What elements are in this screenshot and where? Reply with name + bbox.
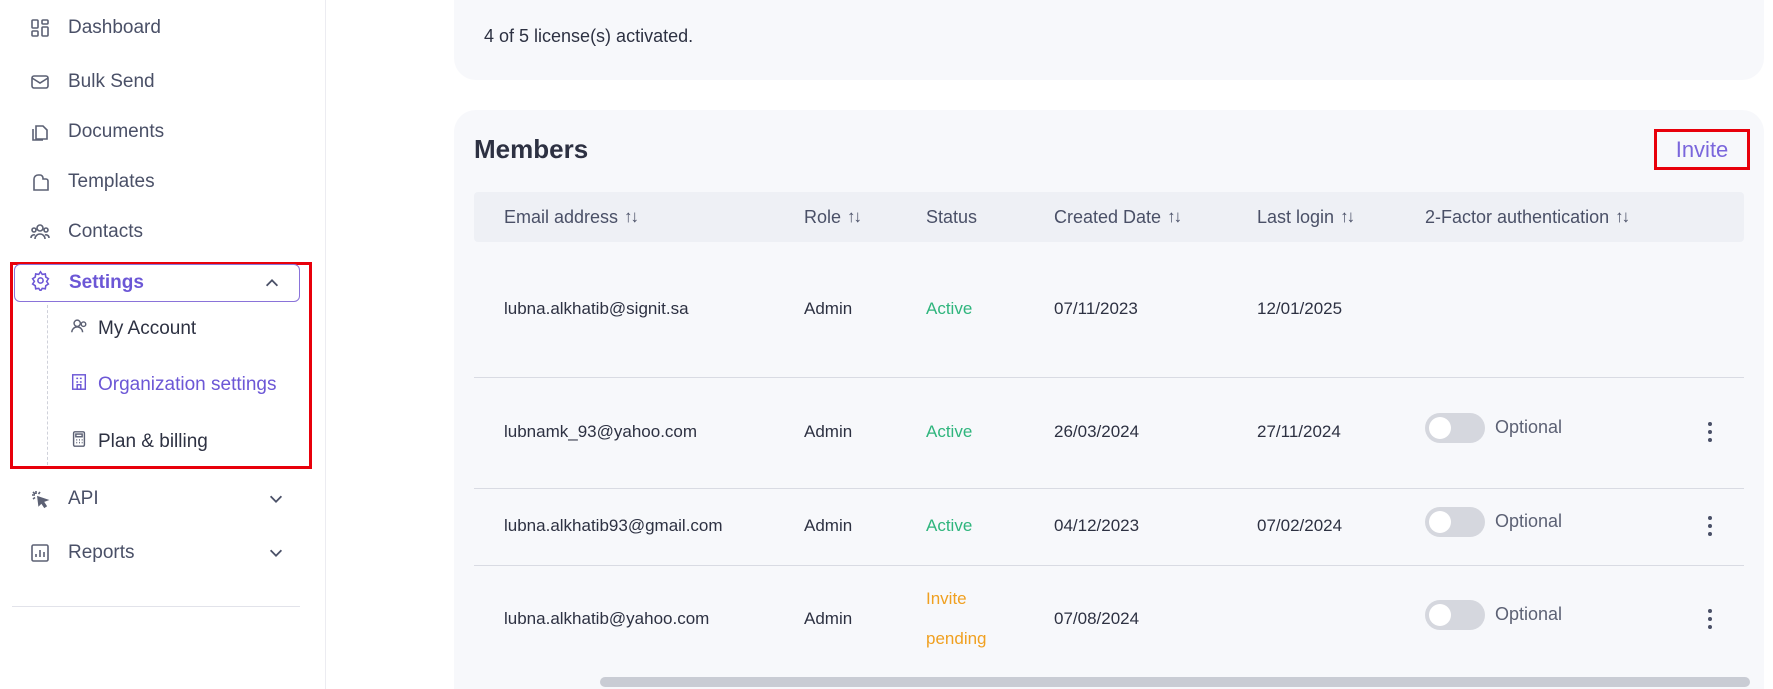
sidebar-subitem-plan-billing[interactable]: Plan & billing: [70, 427, 208, 457]
cell-created-date: 26/03/2024: [1054, 422, 1140, 441]
submenu-guide-line: [47, 305, 48, 465]
sidebar: Dashboard Bulk Send Documents Templates: [0, 0, 326, 689]
dashboard-icon: [30, 18, 50, 38]
documents-icon: [30, 122, 50, 142]
row-menu-icon[interactable]: [1703, 514, 1717, 538]
contacts-icon: [30, 222, 50, 242]
status-badge: Active: [926, 299, 973, 318]
column-header-two-factor[interactable]: 2-Factor authentication ↑↓: [1425, 192, 1630, 242]
gear-icon: [30, 269, 51, 297]
sidebar-item-label: API: [68, 488, 99, 509]
cell-last-login: 27/11/2024: [1257, 422, 1341, 441]
two-factor-label: Optional: [1495, 511, 1563, 531]
column-header-created-date[interactable]: Created Date ↑↓: [1054, 192, 1182, 242]
cell-last-login: 12/01/2025: [1257, 299, 1343, 318]
calculator-icon: [70, 430, 88, 454]
envelope-icon: [30, 72, 50, 92]
templates-icon: [30, 172, 50, 192]
cell-created-date: 04/12/2023: [1054, 516, 1140, 535]
settings-label-row[interactable]: Settings: [30, 267, 144, 299]
cell-created-date: 07/11/2023: [1054, 299, 1138, 318]
sidebar-subitem-organization-settings[interactable]: Organization settings: [70, 370, 277, 400]
invite-button[interactable]: Invite: [1656, 131, 1748, 168]
two-factor-toggle[interactable]: [1425, 600, 1485, 630]
two-factor-label: Optional: [1495, 604, 1563, 624]
cell-email: lubna.alkhatib@signit.sa: [504, 299, 689, 318]
sidebar-item-contacts[interactable]: Contacts: [30, 217, 143, 247]
cursor-click-icon: [30, 489, 50, 509]
status-line: pending: [926, 629, 987, 648]
status-badge: Active: [926, 422, 973, 441]
column-header-last-login[interactable]: Last login ↑↓: [1257, 192, 1355, 242]
sidebar-item-documents[interactable]: Documents: [30, 117, 164, 147]
row-menu-icon[interactable]: [1703, 420, 1717, 444]
cell-role: Admin: [804, 299, 853, 318]
status-badge: Active: [926, 516, 973, 535]
cell-role: Admin: [804, 516, 853, 535]
app-root: Dashboard Bulk Send Documents Templates: [0, 0, 1773, 689]
horizontal-scrollbar[interactable]: [600, 677, 1750, 687]
chevron-down-icon[interactable]: [266, 543, 286, 563]
sidebar-item-label: Contacts: [68, 221, 143, 242]
sidebar-item-reports[interactable]: Reports: [30, 538, 135, 568]
chart-icon: [30, 543, 50, 563]
status-line: Invite: [926, 589, 967, 608]
row-divider: [474, 377, 1744, 378]
cell-email: lubna.alkhatib@yahoo.com: [504, 609, 710, 628]
sidebar-subitem-my-account[interactable]: My Account: [70, 314, 196, 344]
sidebar-item-label: Reports: [68, 542, 135, 563]
cell-last-login: 07/02/2024: [1257, 516, 1343, 535]
cell-role: Admin: [804, 422, 853, 441]
column-header-email[interactable]: Email address ↑↓: [504, 192, 639, 242]
sidebar-item-api[interactable]: API: [30, 484, 99, 514]
two-factor-toggle[interactable]: [1425, 413, 1485, 443]
sidebar-divider: [12, 606, 300, 607]
cell-role: Admin: [804, 609, 853, 628]
cell-email: lubna.alkhatib93@gmail.com: [504, 516, 723, 535]
sidebar-item-templates[interactable]: Templates: [30, 167, 155, 197]
cell-email: lubnamk_93@yahoo.com: [504, 422, 698, 441]
sort-icon: ↑↓: [1615, 207, 1630, 226]
sort-icon: ↑↓: [1340, 207, 1355, 226]
sidebar-subitem-label: Plan & billing: [98, 431, 208, 452]
sidebar-item-label: Documents: [68, 121, 165, 142]
row-divider: [474, 565, 1744, 566]
sidebar-item-dashboard[interactable]: Dashboard: [30, 13, 161, 43]
members-title: Members: [474, 134, 589, 164]
user-icon: [70, 317, 88, 341]
sidebar-subitem-label: Organization settings: [98, 374, 277, 395]
cell-created-date: 07/08/2024: [1054, 609, 1140, 628]
sidebar-item-label: Bulk Send: [68, 71, 155, 92]
settings-label: Settings: [69, 272, 144, 293]
sort-icon: ↑↓: [624, 207, 639, 226]
sidebar-item-label: Templates: [68, 171, 155, 192]
row-menu-icon[interactable]: [1703, 607, 1717, 631]
building-icon: [70, 373, 88, 397]
two-factor-toggle[interactable]: [1425, 507, 1485, 537]
sort-icon: ↑↓: [847, 207, 862, 226]
sort-icon: ↑↓: [1167, 207, 1182, 226]
column-header-role[interactable]: Role ↑↓: [804, 192, 862, 242]
license-status: 4 of 5 license(s) activated.: [484, 26, 694, 46]
status-badge: Invite pending: [926, 579, 987, 659]
sidebar-item-label: Dashboard: [68, 17, 161, 38]
chevron-up-icon[interactable]: [262, 273, 282, 293]
chevron-down-icon[interactable]: [266, 489, 286, 509]
two-factor-label: Optional: [1495, 417, 1563, 437]
sidebar-item-bulk-send[interactable]: Bulk Send: [30, 67, 155, 97]
row-divider: [474, 488, 1744, 489]
column-header-status: Status: [926, 206, 978, 227]
sidebar-subitem-label: My Account: [98, 318, 197, 339]
